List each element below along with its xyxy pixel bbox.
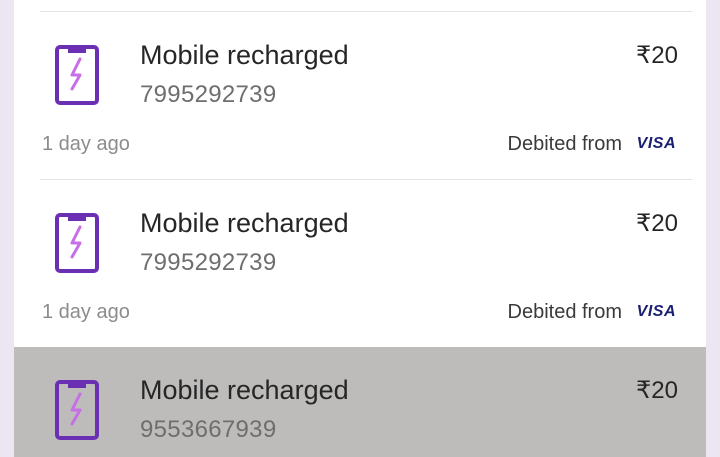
debited-from-label: Debited from — [507, 301, 623, 323]
transaction-list: Mobile recharged 7995292739 ₹20 1 day ag… — [14, 0, 706, 457]
transaction-time: 1 day ago — [42, 133, 130, 155]
transaction-title: Mobile recharged — [140, 40, 349, 70]
transaction-amount: ₹20 — [636, 210, 678, 237]
mobile-recharge-icon — [55, 380, 99, 440]
transaction-item-pressed[interactable]: Mobile recharged 9553667939 ₹20 — [14, 347, 706, 457]
mobile-number: 7995292739 — [140, 81, 277, 108]
debited-from-label: Debited from — [507, 133, 623, 155]
transaction-item[interactable]: Mobile recharged 7995292739 ₹20 1 day ag… — [14, 180, 706, 347]
transaction-title: Mobile recharged — [140, 375, 349, 405]
transaction-amount: ₹20 — [636, 377, 678, 404]
visa-card-logo: VISA — [636, 303, 676, 320]
transaction-time: 1 day ago — [42, 301, 130, 323]
mobile-recharge-icon — [55, 213, 99, 273]
visa-card-logo: VISA — [636, 135, 676, 152]
mobile-number: 7995292739 — [140, 249, 277, 276]
mobile-number: 9553667939 — [140, 416, 277, 443]
mobile-recharge-icon — [55, 45, 99, 105]
transaction-title: Mobile recharged — [140, 208, 349, 238]
transaction-item[interactable]: Mobile recharged 7995292739 ₹20 1 day ag… — [14, 12, 706, 179]
transaction-amount: ₹20 — [636, 42, 678, 69]
